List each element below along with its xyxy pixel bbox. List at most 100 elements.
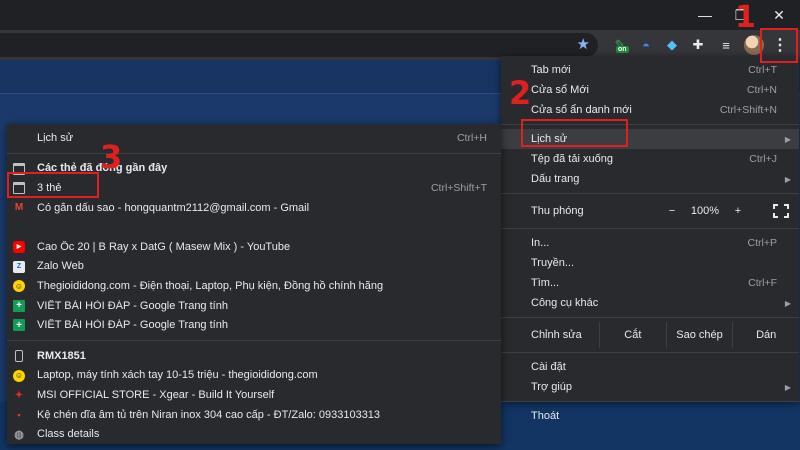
reading-list-icon[interactable]: ≡ <box>714 33 738 57</box>
menu-item-tab-m-i[interactable]: Tab mới Ctrl+T <box>501 60 799 80</box>
menu-item-label: Tìm... <box>531 277 560 289</box>
menu-item-label: Tệp đã tải xuống <box>531 153 613 165</box>
zoom-label: Thu phóng <box>531 205 584 217</box>
history-entry-label: Có gắn dấu sao - hongquantm2112@gmail.co… <box>37 201 310 214</box>
zalo-icon: Z <box>13 260 25 273</box>
device-heading: RMX1851 <box>7 346 501 366</box>
history-entry-label: MSI OFFICIAL STORE - Xgear - Build It Yo… <box>37 388 275 401</box>
menu-item-truy-n[interactable]: Truyền... <box>501 253 799 273</box>
sheets-icon: + <box>13 319 25 332</box>
menu-item-label: Cài đặt <box>531 361 566 373</box>
globe-icon: ◍ <box>14 428 24 441</box>
tgdd-icon: ☺ <box>13 369 25 382</box>
extension-gem-icon[interactable]: ◆ <box>660 33 684 57</box>
history-entry[interactable]: ▪ Kệ chén dĩa âm tủ trên Niran inox 304 c… <box>7 405 501 425</box>
menu-item-label: Thoát <box>531 410 560 422</box>
history-entry[interactable]: ✦ MSI OFFICIAL STORE - Xgear - Build It Y… <box>7 385 501 405</box>
extensions-puzzle-icon[interactable]: ✚ <box>686 33 710 57</box>
menu-item-label: Công cụ khác <box>531 297 599 309</box>
extension-on-icon[interactable]: ✎ on <box>608 33 632 57</box>
address-bar[interactable]: ★ <box>0 33 598 57</box>
submenu-separator <box>7 339 501 341</box>
menu-item-label: Cửa sổ Mới <box>531 84 589 96</box>
device-name: RMX1851 <box>37 349 86 362</box>
menu-item-d-u-trang[interactable]: Dấu trang ▶ <box>501 169 799 189</box>
annotation-number-2: 2 <box>509 74 532 112</box>
history-entry-label: Cao Ốc 20 | B Ray x DatG ( Masew Mix ) -… <box>37 240 291 253</box>
cut-button[interactable]: Cắt <box>599 322 666 348</box>
menu-separator <box>501 317 799 318</box>
submenu-arrow-icon: ▶ <box>784 174 791 184</box>
tgdd-icon: ☺ <box>13 280 25 293</box>
history-entry[interactable]: + VIẾT BÀI HỎI ĐÁP - Google Trang tính <box>7 296 501 316</box>
submenu-separator <box>7 152 501 154</box>
edit-label: Chỉnh sửa <box>531 329 582 341</box>
menu-item-t-p-t-i-xu-ng[interactable]: Tệp đã tải xuống Ctrl+J <box>501 149 799 169</box>
history-entry-label: Zalo Web <box>37 260 84 273</box>
history-item-shortcut: Ctrl+H <box>456 131 487 144</box>
menu-item-shortcut: Ctrl+T <box>748 64 777 76</box>
menu-separator <box>501 352 799 353</box>
menu-item-label: In... <box>531 237 550 249</box>
menu-item-t-m[interactable]: Tìm... Ctrl+F <box>501 273 799 293</box>
history-entry[interactable]: ☺ Laptop, máy tính xách tay 10-15 triệu -… <box>7 366 501 386</box>
menu-item-tr-gi-p[interactable]: Trợ giúp ▶ <box>501 377 799 397</box>
annotation-number-3: 3 <box>100 138 123 176</box>
history-entry[interactable]: ☺ Thegioididong.com - Điện thoại, Laptop,… <box>7 276 501 296</box>
history-entry[interactable]: + VIẾT BÀI HỎI ĐÁP - Google Trang tính <box>7 315 501 335</box>
menu-item-shortcut: Ctrl+N <box>746 84 777 96</box>
history-full-item[interactable]: Lịch sử Ctrl+H <box>7 128 501 148</box>
menu-item-c-i-t[interactable]: Cài đặt <box>501 357 799 377</box>
annotation-box-menu-button <box>760 28 798 63</box>
niran-icon: ▪ <box>17 409 21 420</box>
menu-separator <box>501 193 799 194</box>
menu-item-c-a-s-m-i[interactable]: Cửa sổ Mới Ctrl+N <box>501 80 799 100</box>
history-entry[interactable]: M Có gắn dấu sao - hongquantm2112@gmail.c… <box>7 198 501 218</box>
sheets-icon: + <box>13 299 25 312</box>
annotation-number-1: 1 <box>735 0 756 35</box>
history-entry[interactable]: ◍ Class details <box>7 424 501 444</box>
history-entry-label: Thegioididong.com - Điện thoại, Laptop, … <box>37 279 384 292</box>
menu-separator <box>501 401 799 402</box>
chrome-main-menu: Tab mới Ctrl+T Cửa sổ Mới Ctrl+N Cửa sổ ẩn d… <box>501 56 799 422</box>
menu-item-c-a-s-n-danh-m-i[interactable]: Cửa sổ ẩn danh mới Ctrl+Shift+N <box>501 100 799 120</box>
history-entry[interactable]: ▶ Cao Ốc 20 | B Ray x DatG ( Masew Mix ) … <box>7 237 501 257</box>
bookmark-star-icon[interactable]: ★ <box>577 36 590 54</box>
menu-item-shortcut: Ctrl+F <box>748 277 777 289</box>
menu-separator <box>501 228 799 229</box>
menu-item-label: Dấu trang <box>531 173 580 185</box>
gmail-icon: M <box>14 202 24 214</box>
menu-item-label: Truyền... <box>531 257 574 269</box>
zoom-out-button[interactable]: − <box>659 205 685 217</box>
submenu-arrow-icon: ▶ <box>784 298 791 308</box>
title-bar: — ❐ ✕ <box>0 0 800 30</box>
history-entry-shortcut: Ctrl+Shift+T <box>430 181 487 194</box>
submenu-arrow-icon: ▶ <box>784 382 791 392</box>
zoom-in-button[interactable]: + <box>725 205 751 217</box>
history-entry-label: Laptop, máy tính xách tay 10-15 triệu - … <box>37 369 318 382</box>
history-entry-label: VIẾT BÀI HỎI ĐÁP - Google Trang tính <box>37 319 228 332</box>
annotation-box-history <box>521 119 628 147</box>
menu-item-in[interactable]: In... Ctrl+P <box>501 233 799 253</box>
submenu-arrow-icon: ▶ <box>784 134 791 144</box>
yt-icon: ▶ <box>13 240 25 253</box>
menu-item-label: Cửa sổ ẩn danh mới <box>531 104 632 116</box>
paste-button[interactable]: Dán <box>732 322 799 348</box>
menu-item-c-ng-c-kh-c[interactable]: Công cụ khác ▶ <box>501 293 799 313</box>
zoom-row: Thu phóng − 100% + <box>501 198 799 224</box>
close-button[interactable]: ✕ <box>758 0 800 30</box>
copy-button[interactable]: Sao chép <box>665 322 733 348</box>
menu-item-shortcut: Ctrl+J <box>749 153 777 165</box>
history-entry-label: Class details <box>37 428 100 441</box>
menu-item-shortcut: Ctrl+P <box>747 237 777 249</box>
extension-badge: on <box>616 46 629 53</box>
history-entry-label: VIẾT BÀI HỎI ĐÁP - Google Trang tính <box>37 299 228 312</box>
menu-item-shortcut: Ctrl+Shift+N <box>719 104 777 116</box>
menu-item-exit[interactable]: Thoát <box>501 406 799 426</box>
history-entry[interactable]: Z Zalo Web <box>7 257 501 277</box>
history-entry-label: Kệ chén dĩa âm tủ trên Niran inox 304 ca… <box>37 408 381 421</box>
extension-planet-icon[interactable]: ◓ <box>634 33 658 57</box>
annotation-box-3-tabs <box>7 172 99 198</box>
fullscreen-icon[interactable] <box>773 204 789 218</box>
menu-item-label: Trợ giúp <box>531 381 573 393</box>
